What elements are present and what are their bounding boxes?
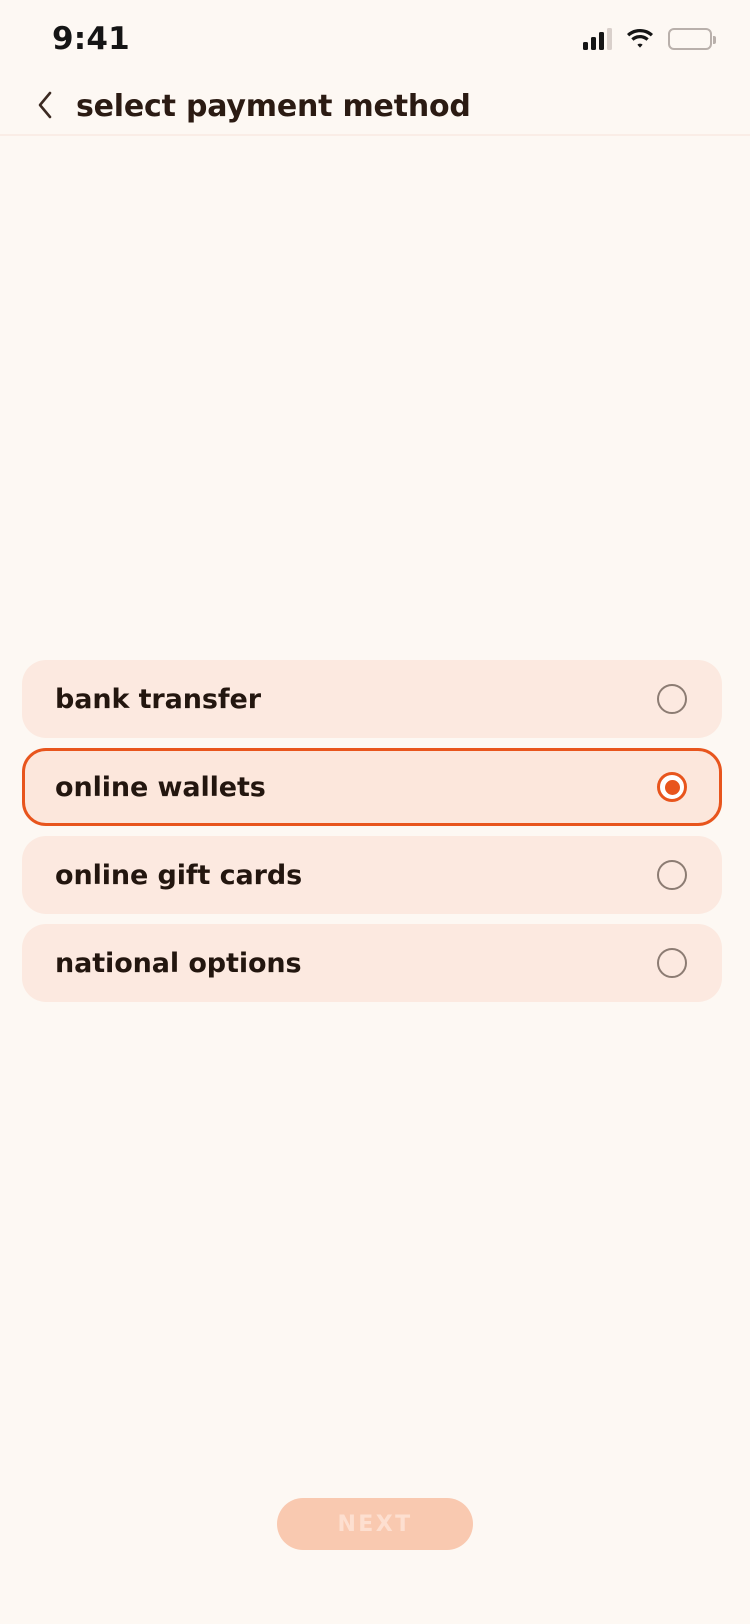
radio-button-online-wallets[interactable]: [657, 772, 687, 802]
payment-option-label: national options: [55, 947, 302, 979]
radio-button-national-options[interactable]: [657, 948, 687, 978]
phone-screen: 9:41 select payment method bank transfer…: [0, 0, 750, 1624]
wifi-icon: [626, 28, 654, 50]
payment-option-label: bank transfer: [55, 683, 261, 715]
cellular-signal-icon: [583, 28, 612, 50]
status-bar: 9:41: [0, 0, 750, 78]
payment-option-label: online gift cards: [55, 859, 303, 891]
payment-option-bank-transfer[interactable]: bank transfer: [22, 660, 722, 738]
next-button[interactable]: NEXT: [277, 1498, 473, 1550]
payment-option-online-gift-cards[interactable]: online gift cards: [22, 836, 722, 914]
radio-button-bank-transfer[interactable]: [657, 684, 687, 714]
back-button[interactable]: [28, 86, 62, 126]
payment-option-online-wallets[interactable]: online wallets: [22, 748, 722, 826]
page-header: select payment method: [0, 78, 750, 136]
footer-bar: NEXT: [0, 1498, 750, 1550]
radio-dot: [664, 779, 680, 795]
chevron-left-icon: [37, 91, 53, 122]
status-bar-icons: [583, 28, 716, 50]
status-bar-time: 9:41: [52, 21, 130, 57]
payment-option-national-options[interactable]: national options: [22, 924, 722, 1002]
payment-option-label: online wallets: [55, 771, 266, 803]
main-content: bank transfer online wallets online gift…: [0, 136, 750, 1624]
battery-full-icon: [668, 28, 716, 50]
page-title: select payment method: [76, 88, 471, 124]
radio-button-online-gift-cards[interactable]: [657, 860, 687, 890]
payment-method-list: bank transfer online wallets online gift…: [22, 660, 722, 1002]
